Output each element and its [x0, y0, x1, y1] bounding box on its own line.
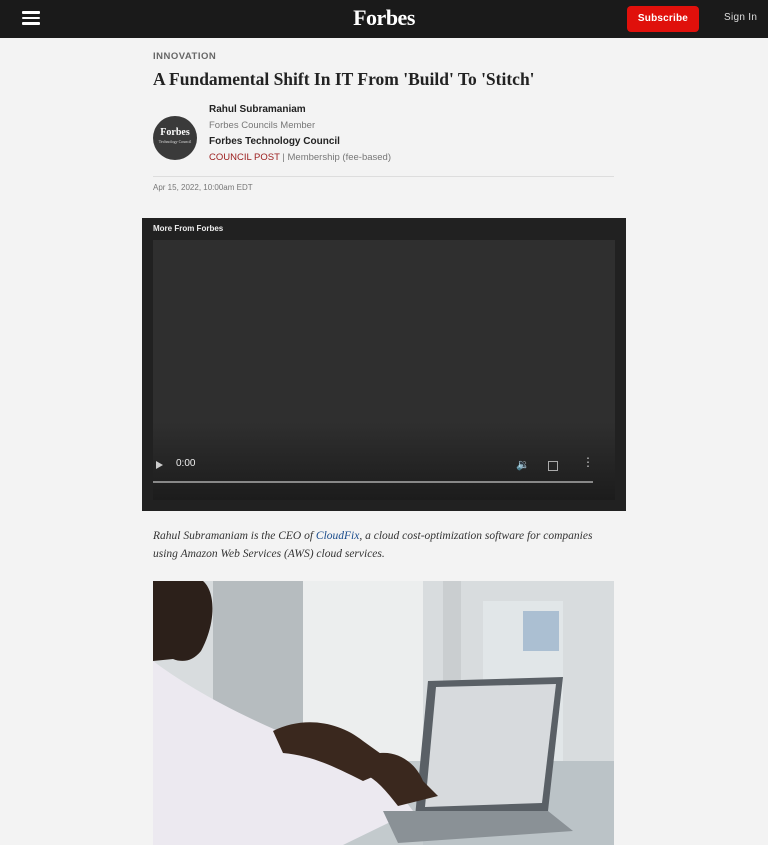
- fullscreen-icon[interactable]: [548, 461, 558, 471]
- membership-note: Membership (fee-based): [287, 152, 392, 163]
- subscribe-button[interactable]: Subscribe: [627, 6, 699, 32]
- post-type-line: COUNCIL POST | Membership (fee-based): [209, 152, 391, 163]
- byline-divider: [153, 176, 614, 177]
- council-avatar[interactable]: Forbes Technology Council: [153, 116, 197, 160]
- publish-date: Apr 15, 2022, 10:00am EDT: [153, 183, 253, 192]
- author-bio: Rahul Subramaniam is the CEO of CloudFix…: [153, 527, 614, 563]
- volume-icon[interactable]: 🔉: [516, 458, 530, 471]
- video-player[interactable]: [153, 240, 615, 500]
- play-icon[interactable]: [156, 461, 163, 469]
- avatar-title: Forbes: [160, 127, 190, 138]
- video-time: 0:00: [176, 458, 196, 469]
- council-post-link[interactable]: COUNCIL POST: [209, 152, 280, 163]
- post-separator: |: [279, 152, 288, 163]
- article-title: A Fundamental Shift In IT From 'Build' T…: [153, 69, 535, 89]
- author-role: Forbes Councils Member: [209, 120, 316, 131]
- video-module: More From Forbes 0:00 🔉 ⋮: [142, 218, 626, 511]
- article-hero-image: [153, 581, 614, 845]
- top-navigation-bar: Forbes Subscribe Sign In: [0, 0, 768, 38]
- hero-photo-illustration: [153, 581, 614, 845]
- bio-prefix: Rahul Subramaniam is the CEO of: [153, 530, 316, 542]
- video-module-title: More From Forbes: [153, 224, 224, 233]
- sign-in-link[interactable]: Sign In: [724, 12, 757, 23]
- avatar-subtitle: Technology Council: [158, 139, 192, 144]
- cloudfix-link[interactable]: CloudFix: [316, 530, 359, 542]
- section-label[interactable]: INNOVATION: [153, 51, 216, 62]
- video-progress-bar[interactable]: [153, 481, 593, 483]
- author-name[interactable]: Rahul Subramaniam: [209, 104, 306, 115]
- more-options-icon[interactable]: ⋮: [582, 456, 594, 468]
- council-link[interactable]: Forbes Technology Council: [209, 136, 340, 147]
